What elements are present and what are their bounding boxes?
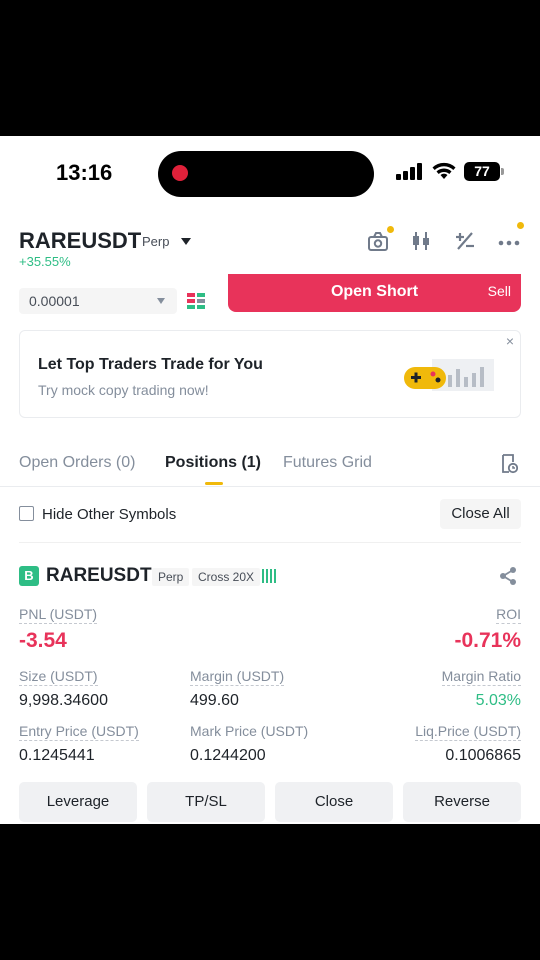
- entry-price-value: 0.1245441: [19, 747, 95, 764]
- mark-price-value: 0.1244200: [190, 747, 266, 764]
- margin-value: 499.60: [190, 692, 239, 709]
- open-short-button[interactable]: Open Short Sell: [228, 274, 521, 312]
- margin-ratio-value: 5.03%: [475, 692, 521, 709]
- contract-type-tag: Perp: [142, 234, 170, 249]
- margin-mode-tag[interactable]: Cross 20X: [192, 568, 261, 586]
- pnl-label[interactable]: PNL (USDT): [19, 606, 98, 624]
- roi-label[interactable]: ROI: [496, 606, 521, 624]
- leverage-bars-icon: [262, 569, 276, 583]
- open-short-label: Open Short: [330, 283, 419, 300]
- margin-label[interactable]: Margin (USDT): [190, 668, 285, 686]
- history-icon[interactable]: [500, 454, 518, 474]
- percent-icon[interactable]: [452, 228, 478, 254]
- liq-price-label[interactable]: Liq.Price (USDT): [415, 723, 521, 741]
- mark-price-label: Mark Price (USDT): [190, 723, 309, 739]
- wifi-icon: [432, 162, 456, 179]
- liq-price-value: 0.1006865: [445, 747, 521, 764]
- more-notification-dot: [517, 222, 524, 229]
- tpsl-button[interactable]: TP/SL: [147, 782, 265, 822]
- entry-price-label[interactable]: Entry Price (USDT): [19, 723, 139, 741]
- status-time: 13:16: [56, 160, 113, 185]
- leverage-button[interactable]: Leverage: [19, 782, 137, 822]
- banner-subtitle: Try mock copy trading now!: [38, 382, 209, 398]
- size-label[interactable]: Size (USDT): [19, 668, 98, 686]
- tab-open-orders[interactable]: Open Orders (0): [19, 454, 135, 472]
- orders-tabs: Open Orders (0) Positions (1) Futures Gr…: [0, 448, 540, 488]
- banner-title: Let Top Traders Trade for You: [38, 356, 263, 373]
- battery-level: 77: [464, 162, 500, 181]
- symbol-header: RAREUSDT Perp +35.55%: [0, 220, 540, 274]
- recording-dot-icon: [172, 165, 188, 181]
- bot-notification-dot: [387, 226, 394, 233]
- active-tab-indicator: [205, 482, 223, 485]
- app-screen: 13:16 77 RAREUSDT Perp +35.55% 0.00001 O…: [0, 136, 540, 824]
- price-change: +35.55%: [19, 254, 71, 269]
- size-value: 9,998.34600: [19, 692, 108, 709]
- share-icon[interactable]: [498, 566, 518, 586]
- hide-other-symbols-label[interactable]: Hide Other Symbols: [42, 506, 176, 523]
- position-symbol[interactable]: RAREUSDT: [46, 565, 152, 587]
- game-controller-icon: [404, 359, 494, 391]
- close-icon[interactable]: ×: [506, 333, 514, 349]
- quantity-value: 0.00001: [29, 293, 80, 309]
- reverse-button[interactable]: Reverse: [403, 782, 521, 822]
- close-all-button[interactable]: Close All: [440, 499, 521, 529]
- symbol-title[interactable]: RAREUSDT: [19, 228, 141, 254]
- divider: [19, 542, 521, 543]
- tab-futures-grid[interactable]: Futures Grid: [283, 454, 372, 472]
- status-bar: 13:16 77: [0, 136, 540, 208]
- tab-positions[interactable]: Positions (1): [165, 454, 261, 472]
- sell-label: Sell: [487, 283, 511, 299]
- quantity-select[interactable]: 0.00001: [19, 288, 177, 314]
- roi-value: -0.71%: [454, 629, 521, 652]
- close-position-button[interactable]: Close: [275, 782, 393, 822]
- candlestick-icon[interactable]: [408, 228, 434, 254]
- chevron-down-icon: [157, 298, 165, 304]
- cellular-signal-icon: [396, 162, 424, 180]
- pnl-value: -3.54: [19, 629, 67, 652]
- symbol-dropdown-icon[interactable]: [181, 238, 191, 245]
- divider: [0, 486, 540, 487]
- order-book-icon[interactable]: [187, 292, 205, 310]
- copy-trading-banner[interactable]: Let Top Traders Trade for You Try mock c…: [19, 330, 521, 418]
- dynamic-island: [158, 151, 374, 197]
- battery-icon: 77: [464, 162, 504, 181]
- hide-other-symbols-checkbox[interactable]: [19, 506, 34, 521]
- more-icon[interactable]: [496, 228, 522, 254]
- position-contract-tag: Perp: [152, 568, 190, 586]
- side-badge: B: [19, 566, 39, 586]
- margin-ratio-label[interactable]: Margin Ratio: [441, 668, 521, 686]
